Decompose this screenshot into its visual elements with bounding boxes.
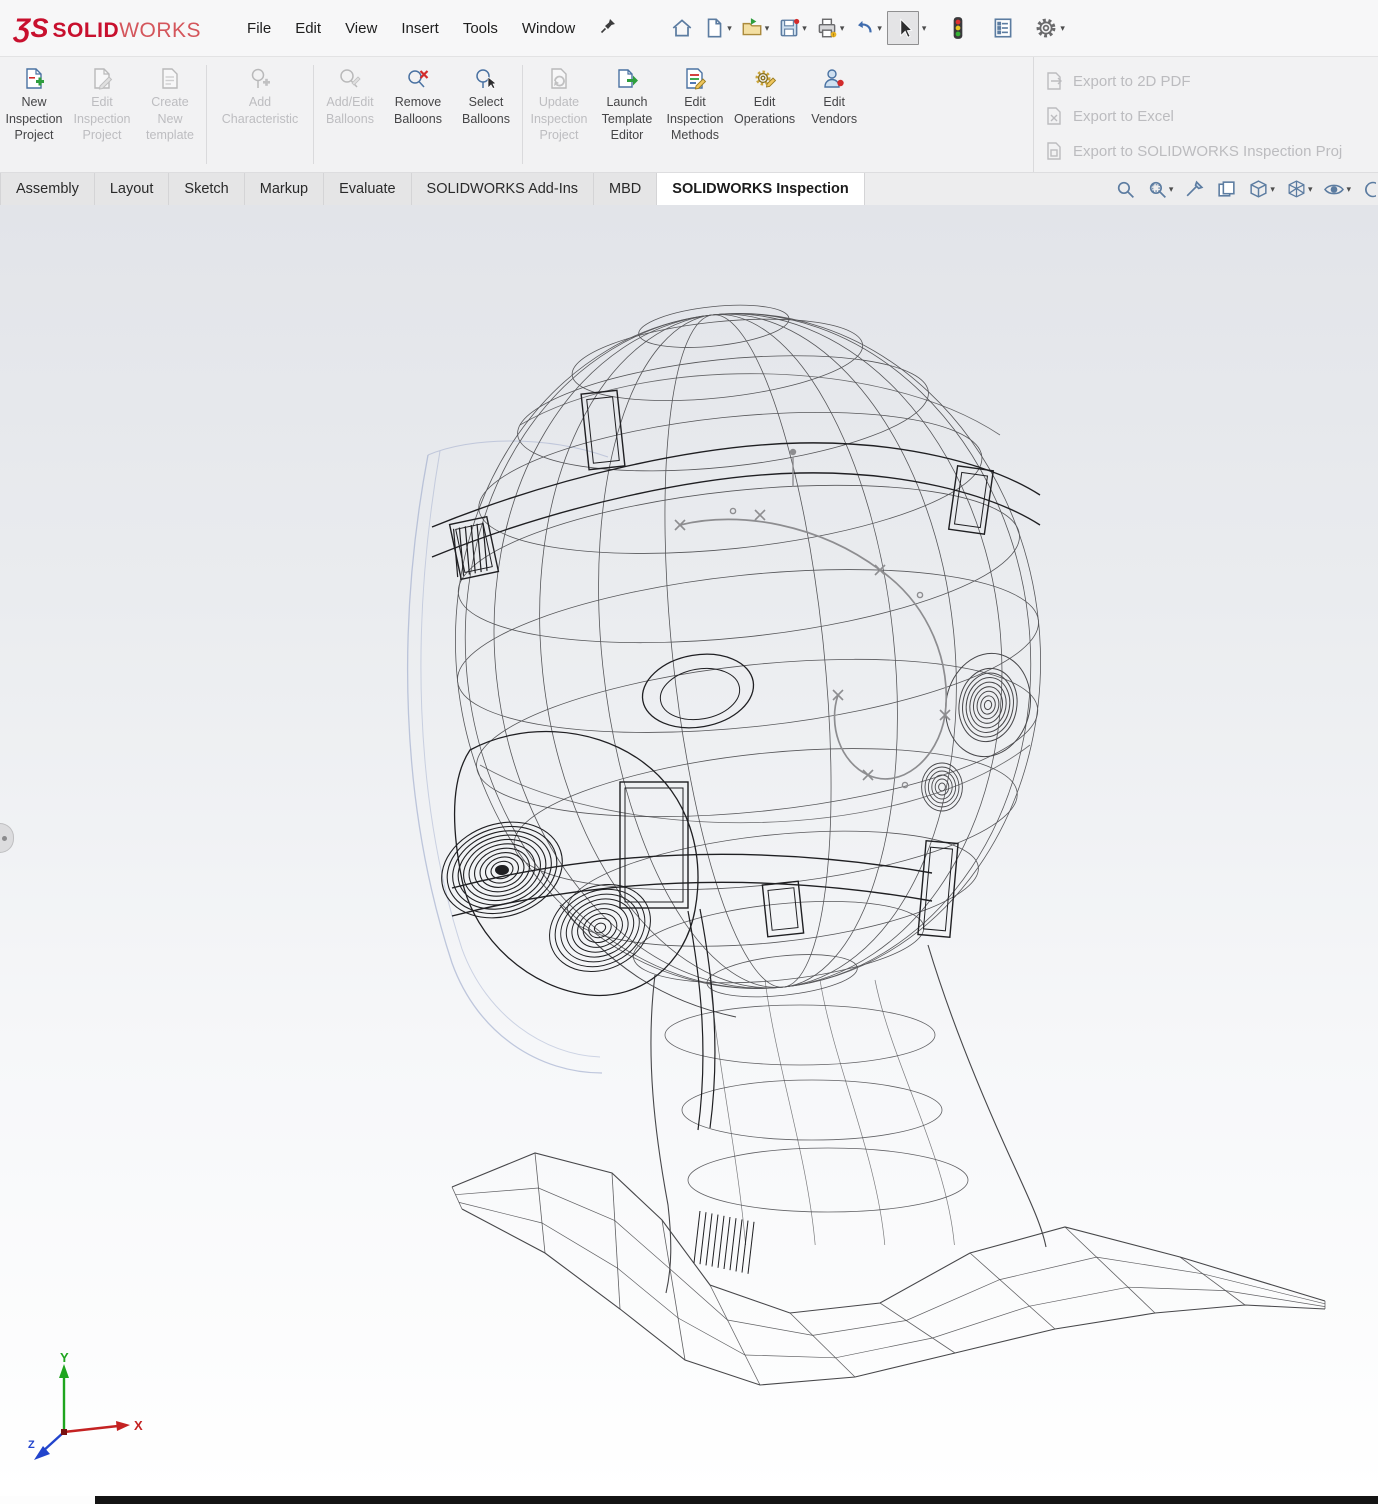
edit-vendors-button[interactable]: Edit Vendors <box>800 57 868 172</box>
add-edit-balloons-button: Add/Edit Balloons <box>316 57 384 172</box>
zoom-to-area-icon[interactable]: ▾ <box>1147 179 1173 200</box>
document-properties-icon[interactable] <box>988 12 1018 44</box>
ribbon-separator <box>313 65 314 164</box>
select-balloons-button[interactable]: Select Balloons <box>452 57 520 172</box>
tab-markup[interactable]: Markup <box>244 173 325 205</box>
heads-up-view-toolbar: ▾ ▾ ▾ ▾ <box>1115 173 1378 205</box>
remove-balloons-button[interactable]: Remove Balloons <box>384 57 452 172</box>
menu-window[interactable]: Window <box>510 12 587 45</box>
tab-layout[interactable]: Layout <box>94 173 170 205</box>
previous-view-icon[interactable] <box>1216 179 1237 200</box>
triad-x-label: X <box>134 1418 143 1433</box>
tab-solidworks-inspection[interactable]: SOLIDWORKS Inspection <box>657 173 865 205</box>
export-to-solidworks-inspection-project-button: Export to SOLIDWORKS Inspection Proj <box>1044 141 1378 161</box>
traffic-light-icon[interactable] <box>944 11 972 45</box>
solidworks-logo: ƷS SOLID WORKS <box>14 12 202 43</box>
ribbon-separator <box>206 65 207 164</box>
command-tab-bar: Assembly Layout Sketch Markup Evaluate S… <box>0 172 1378 205</box>
save-icon[interactable]: ▾ <box>774 12 810 44</box>
tab-mbd[interactable]: MBD <box>594 173 658 205</box>
tab-assembly[interactable]: Assembly <box>0 173 95 205</box>
appearances-icon[interactable] <box>1362 179 1376 200</box>
print-icon[interactable]: ! ▾ <box>812 12 848 44</box>
quick-toolbar: ▾ ▾ ▾ ! ▾ ▾ ▾ ▾ <box>667 11 1068 45</box>
wireframe-head-model[interactable] <box>0 205 1378 1496</box>
ribbon-separator <box>522 65 523 164</box>
open-icon[interactable]: ▾ <box>737 12 773 44</box>
tab-solidworks-add-ins[interactable]: SOLIDWORKS Add-Ins <box>411 173 595 205</box>
update-inspection-project-button: Update Inspection Project <box>525 57 593 172</box>
select-tool-caret[interactable]: ▾ <box>922 23 927 34</box>
menu-tools[interactable]: Tools <box>451 12 510 45</box>
status-strip <box>0 1496 1378 1504</box>
button-label: New <box>21 95 47 109</box>
display-style-icon[interactable]: ▾ <box>1286 179 1312 200</box>
home-icon[interactable] <box>667 12 697 44</box>
menu-file[interactable]: File <box>235 12 283 45</box>
edit-operations-button[interactable]: Edit Operations <box>729 57 800 172</box>
edit-inspection-project-button: Edit Inspection Project <box>68 57 136 172</box>
menu-edit[interactable]: Edit <box>283 12 333 45</box>
menu-view[interactable]: View <box>333 12 389 45</box>
options-gear-icon[interactable]: ▾ <box>1030 11 1068 45</box>
svg-text:!: ! <box>833 33 834 39</box>
orientation-triad: Y X Z <box>28 1350 143 1460</box>
new-document-icon[interactable]: ▾ <box>699 12 735 44</box>
tab-sketch[interactable]: Sketch <box>169 173 245 205</box>
graphics-viewport[interactable]: Y X Z <box>0 205 1378 1496</box>
3ds-logo-icon: ƷS <box>14 12 49 43</box>
export-panel: Export to 2D PDF Export to Excel Export … <box>1033 57 1378 172</box>
edit-inspection-methods-button[interactable]: Edit Inspection Methods <box>661 57 729 172</box>
create-new-template-button: Create New template <box>136 57 204 172</box>
pin-menu-icon[interactable] <box>591 13 625 44</box>
hide-show-items-icon[interactable]: ▾ <box>1323 179 1351 200</box>
menu-items: File Edit View Insert Tools Window <box>235 12 625 45</box>
export-to-excel-button: Export to Excel <box>1044 106 1378 126</box>
view-orientation-icon[interactable]: ▾ <box>1248 179 1275 200</box>
tab-evaluate[interactable]: Evaluate <box>324 173 412 205</box>
export-to-2d-pdf-button: Export to 2D PDF <box>1044 71 1378 91</box>
menu-bar: ƷS SOLID WORKS File Edit View Insert Tool… <box>0 0 1378 56</box>
undo-icon[interactable]: ▾ <box>849 12 885 44</box>
section-view-icon[interactable] <box>1184 179 1205 200</box>
inspection-ribbon: New Inspection Project Edit Inspection Proje… <box>0 56 1378 172</box>
triad-y-label: Y <box>60 1350 69 1365</box>
select-tool-button[interactable] <box>886 11 919 45</box>
menu-insert[interactable]: Insert <box>389 12 451 45</box>
zoom-to-fit-icon[interactable] <box>1115 179 1136 200</box>
new-inspection-project-button[interactable]: New Inspection Project <box>0 57 68 172</box>
launch-template-editor-button[interactable]: Launch Template Editor <box>593 57 661 172</box>
add-characteristic-button: Add Characteristic <box>209 57 311 172</box>
triad-z-label: Z <box>28 1439 35 1451</box>
